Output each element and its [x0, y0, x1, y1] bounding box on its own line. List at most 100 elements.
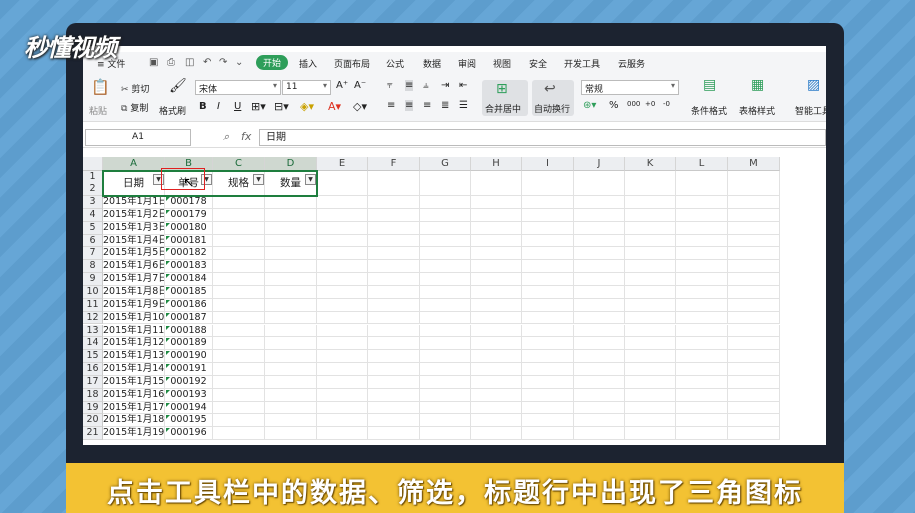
- empty-cell[interactable]: [317, 247, 368, 261]
- empty-cell[interactable]: [213, 363, 265, 376]
- date-cell[interactable]: 2015年1月17日: [103, 401, 165, 415]
- column-header-f[interactable]: F: [368, 157, 420, 171]
- empty-cell[interactable]: [728, 337, 780, 351]
- empty-cell[interactable]: [574, 401, 625, 415]
- empty-cell[interactable]: [213, 234, 265, 248]
- empty-cell[interactable]: [625, 311, 676, 325]
- empty-cell[interactable]: [676, 260, 728, 274]
- empty-cell[interactable]: [265, 221, 317, 235]
- empty-cell[interactable]: [213, 427, 265, 441]
- order-number-cell[interactable]: 000181: [165, 234, 213, 248]
- currency-icon[interactable]: ⊛▾: [583, 100, 596, 111]
- date-cell[interactable]: 2015年1月12日: [103, 337, 165, 351]
- copy-button[interactable]: ⧉ 复制: [121, 101, 148, 114]
- row-header[interactable]: 18: [83, 388, 103, 402]
- preview-icon[interactable]: ◫: [185, 57, 194, 68]
- empty-cell[interactable]: [728, 324, 780, 338]
- empty-cell[interactable]: [265, 273, 317, 286]
- empty-cell[interactable]: [368, 196, 420, 209]
- empty-cell[interactable]: [265, 427, 317, 441]
- empty-cell[interactable]: [368, 324, 420, 338]
- empty-cell[interactable]: [317, 375, 368, 389]
- empty-cell[interactable]: [625, 375, 676, 389]
- border-icon[interactable]: ⊞▾: [251, 100, 266, 113]
- decrease-decimal-icon[interactable]: -0: [663, 100, 670, 108]
- table-style-icon[interactable]: ▦: [751, 77, 764, 93]
- empty-cell[interactable]: [676, 311, 728, 325]
- date-cell[interactable]: 2015年1月14日: [103, 363, 165, 376]
- empty-cell[interactable]: [522, 298, 574, 312]
- filter-dropdown-icon[interactable]: ▼: [253, 174, 264, 185]
- empty-cell[interactable]: [471, 171, 522, 196]
- empty-cell[interactable]: [471, 388, 522, 402]
- empty-cell[interactable]: [213, 350, 265, 364]
- empty-cell[interactable]: [420, 285, 471, 299]
- empty-cell[interactable]: [522, 208, 574, 222]
- font-name-select[interactable]: 宋体 ▾: [195, 80, 281, 95]
- empty-cell[interactable]: [471, 285, 522, 299]
- empty-cell[interactable]: [368, 350, 420, 364]
- column-header-d[interactable]: D: [265, 157, 317, 171]
- order-number-cell[interactable]: 000191: [165, 363, 213, 376]
- empty-cell[interactable]: [625, 427, 676, 441]
- tab-cloud[interactable]: 云服务: [618, 57, 645, 70]
- empty-cell[interactable]: [317, 234, 368, 248]
- percent-icon[interactable]: %: [609, 100, 619, 111]
- empty-cell[interactable]: [265, 350, 317, 364]
- empty-cell[interactable]: [317, 208, 368, 222]
- italic-icon[interactable]: I: [217, 101, 220, 112]
- row-header[interactable]: 3: [83, 196, 103, 209]
- empty-cell[interactable]: [317, 171, 368, 196]
- empty-cell[interactable]: [574, 427, 625, 441]
- empty-cell[interactable]: [728, 350, 780, 364]
- column-header-m[interactable]: M: [728, 157, 780, 171]
- order-number-cell[interactable]: 000192: [165, 375, 213, 389]
- empty-cell[interactable]: [265, 247, 317, 261]
- empty-cell[interactable]: [676, 388, 728, 402]
- order-number-cell[interactable]: 000185: [165, 285, 213, 299]
- column-header-e[interactable]: E: [317, 157, 368, 171]
- empty-cell[interactable]: [728, 273, 780, 286]
- empty-cell[interactable]: [625, 414, 676, 428]
- smart-tools-icon[interactable]: ▨: [807, 77, 820, 93]
- empty-cell[interactable]: [471, 221, 522, 235]
- empty-cell[interactable]: [317, 414, 368, 428]
- tab-developer[interactable]: 开发工具: [564, 57, 600, 70]
- justify-icon[interactable]: ≣: [441, 100, 449, 111]
- empty-cell[interactable]: [420, 171, 471, 196]
- indent-icon[interactable]: ⇥: [441, 80, 449, 91]
- tab-data[interactable]: 数据: [423, 57, 441, 70]
- empty-cell[interactable]: [420, 363, 471, 376]
- empty-cell[interactable]: [317, 298, 368, 312]
- empty-cell[interactable]: [420, 311, 471, 325]
- empty-cell[interactable]: [574, 285, 625, 299]
- empty-cell[interactable]: [625, 260, 676, 274]
- empty-cell[interactable]: [676, 350, 728, 364]
- row-header[interactable]: 4: [83, 208, 103, 222]
- column-header-c[interactable]: C: [213, 157, 265, 171]
- empty-cell[interactable]: [676, 196, 728, 209]
- empty-cell[interactable]: [368, 273, 420, 286]
- empty-cell[interactable]: [676, 414, 728, 428]
- empty-cell[interactable]: [213, 285, 265, 299]
- empty-cell[interactable]: [368, 311, 420, 325]
- empty-cell[interactable]: [574, 221, 625, 235]
- empty-cell[interactable]: [676, 171, 728, 196]
- empty-cell[interactable]: [522, 221, 574, 235]
- empty-cell[interactable]: [265, 208, 317, 222]
- align-top-icon[interactable]: ⫧: [387, 80, 393, 91]
- empty-cell[interactable]: [728, 208, 780, 222]
- empty-cell[interactable]: [317, 401, 368, 415]
- empty-cell[interactable]: [368, 298, 420, 312]
- empty-cell[interactable]: [471, 311, 522, 325]
- order-number-cell[interactable]: 000183: [165, 260, 213, 274]
- empty-cell[interactable]: [676, 363, 728, 376]
- empty-cell[interactable]: [368, 171, 420, 196]
- empty-cell[interactable]: [368, 401, 420, 415]
- date-cell[interactable]: 2015年1月13日: [103, 350, 165, 364]
- redo-icon[interactable]: ↷: [219, 57, 227, 68]
- column-header-a[interactable]: A: [103, 157, 165, 171]
- empty-cell[interactable]: [471, 260, 522, 274]
- conditional-format-label[interactable]: 条件格式: [691, 104, 727, 117]
- empty-cell[interactable]: [574, 196, 625, 209]
